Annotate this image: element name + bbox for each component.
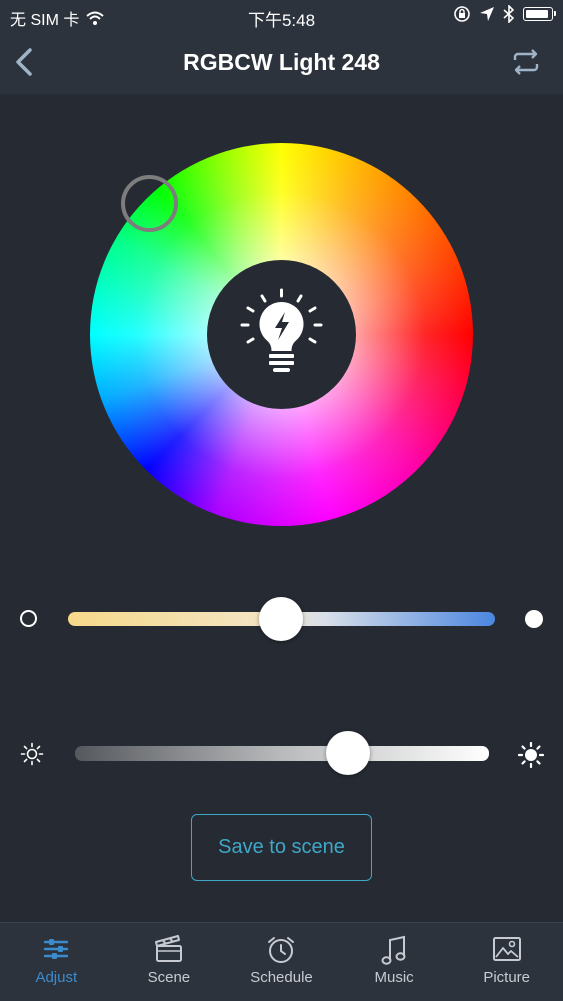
- brightness-slider[interactable]: [75, 746, 489, 761]
- status-bar: 无 SIM 卡 下午5:48: [0, 0, 563, 32]
- picture-icon: [492, 937, 521, 961]
- sun-large-icon: [518, 742, 544, 768]
- tab-adjust-label: Adjust: [35, 969, 78, 986]
- tab-music-label: Music: [374, 969, 414, 986]
- bluetooth-icon: [503, 5, 515, 23]
- clapperboard-icon: [154, 935, 182, 962]
- brightness-thumb[interactable]: [326, 731, 370, 775]
- tab-picture-label: Picture: [483, 969, 531, 986]
- tab-picture[interactable]: Picture: [450, 923, 563, 1001]
- battery-icon: [523, 7, 556, 21]
- switch-button[interactable]: [509, 48, 543, 76]
- alarm-clock-icon: [268, 937, 295, 963]
- tab-bar: Adjust Scene Schedule Music Picture: [0, 922, 563, 1001]
- ring-icon: [20, 610, 37, 627]
- sun-small-icon: [20, 742, 44, 766]
- repeat-icon: [513, 49, 539, 75]
- tab-schedule-label: Schedule: [250, 969, 313, 986]
- sliders-icon: [44, 939, 69, 959]
- location-icon: [480, 7, 494, 21]
- tab-scene-label: Scene: [147, 969, 191, 986]
- page-title: RGBCW Light 248: [183, 49, 380, 75]
- battery-level: [526, 10, 548, 18]
- dot-icon: [525, 610, 543, 628]
- color-temperature-thumb[interactable]: [259, 597, 303, 641]
- tab-scene[interactable]: Scene: [113, 923, 226, 1001]
- status-right: [453, 5, 556, 23]
- color-picker-handle[interactable]: [121, 175, 178, 232]
- music-note-icon: [381, 935, 406, 965]
- tab-adjust[interactable]: Adjust: [0, 923, 113, 1001]
- nav-bar: RGBCW Light 248: [0, 32, 563, 94]
- tab-music[interactable]: Music: [338, 923, 451, 1001]
- power-toggle-button[interactable]: [207, 260, 356, 409]
- save-to-scene-button[interactable]: Save to scene: [191, 814, 372, 881]
- orientation-lock-icon: [454, 6, 470, 22]
- tab-schedule[interactable]: Schedule: [225, 923, 338, 1001]
- lightbulb-icon: [240, 288, 323, 372]
